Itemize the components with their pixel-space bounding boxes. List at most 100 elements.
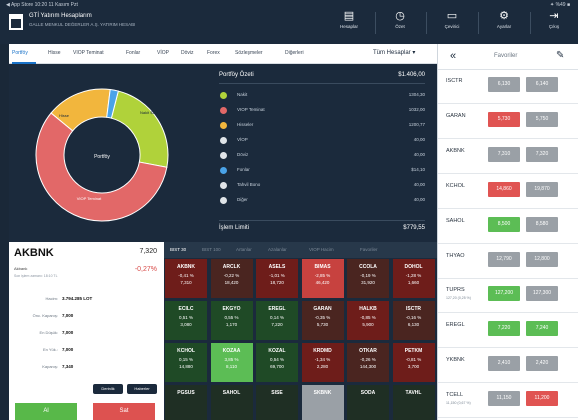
ask-price-button[interactable]: 7,320 [526,146,558,162]
portfolio-donut-chart: Portföy Nakit $1.3 VIOP Teminat Hisse [35,88,169,222]
ask-price-button[interactable]: 11,200 [526,391,558,407]
bid-price-button[interactable]: 127,200 [488,286,520,302]
bid-price-button[interactable]: 8,500 [488,216,520,232]
sell-button[interactable]: Sat [93,403,155,420]
watch-symbol: KCHOL [446,182,465,189]
watchlist-row-tcell[interactable]: TCELL 11,150 (0,67 %) 11,150 11,200 [438,384,578,419]
ask-price-button[interactable]: 6,140 [526,77,558,92]
tab-fx[interactable]: Döviz [181,50,194,56]
heatmap-cell-petkm[interactable]: PETKM -0,81 % 3,700 [391,342,436,383]
accounts-button[interactable]: ▤ Hesaplar [329,9,369,39]
tab-funds[interactable]: Fonlar [126,50,140,56]
heatmap-cell-asels[interactable]: ASELS -1,01 % 18,720 [255,258,299,299]
header-subtitle: GALLE MENKUL DEĞERLER A.Ş. YATIRIM HESAB… [29,22,136,27]
buy-button[interactable]: Al [15,403,77,420]
cell-price: 3,700 [407,364,420,369]
heatmap-cell-kchol[interactable]: KCHOL 0,15 % 14,880 [164,342,208,383]
watchlist-row-eregl[interactable]: EREGL 7,220 7,240 [438,314,578,349]
cell-symbol: KOZAL [268,348,286,354]
stock-price: 7,320 [139,248,157,255]
cell-symbol: AKBNK [176,264,196,270]
cell-change: -1,34 % [314,357,331,362]
heatmap-tab-viop-volume[interactable]: VIOP Hacim [309,247,334,252]
bid-price-button[interactable]: 14,860 [488,181,520,197]
tab-contracts[interactable]: Sözleşmeler [235,50,263,56]
watchlist-row-garan[interactable]: GARAN 5,730 5,750 [438,105,578,139]
ask-price-button[interactable]: 127,300 [526,286,558,302]
heatmap-tab-losers[interactable]: Azalanlar [268,247,287,252]
summary-button[interactable]: ◷ Özet [380,9,420,39]
logout-button[interactable]: ⇥ Çıkış [534,9,574,39]
heatmap-cell-isctr[interactable]: ISCTR -0,16 % 6,130 [391,300,436,341]
heatmap-cell-kozal[interactable]: KOZAL 0,54 % 69,700 [255,342,299,383]
bid-price-button[interactable]: 11,150 [488,391,520,407]
tab-viop[interactable]: VİOP [157,50,169,56]
heatmap-cell-halkb[interactable]: HALKB -0,85 % 5,900 [346,300,390,341]
ask-price-button[interactable]: 7,240 [526,321,558,337]
heatmap-cell-sise[interactable]: SISE [255,384,299,420]
tab-stocks[interactable]: Hisse [48,50,61,56]
heatmap-tab-gainers[interactable]: Artanlar [236,247,252,252]
heatmap-cell-sahol[interactable]: SAHOL [209,384,254,420]
collapse-chevrons-icon[interactable]: « [450,50,456,62]
bid-price-button[interactable]: 12,790 [488,251,520,267]
settings-button[interactable]: ⚙ Ayarlar [484,9,524,39]
heatmap-cell-tavhl[interactable]: TAVHL [391,384,436,420]
heatmap-cell-ekgyo[interactable]: EKGYO 0,55 % 1,170 [209,300,254,341]
cell-change: -0,26 % [360,357,376,362]
row-label: Nakit [237,92,248,97]
bid-price-button[interactable]: 2,410 [488,356,520,372]
heatmap-cell-otkar[interactable]: OTKAR -0,26 % 144,300 [346,342,390,383]
row-label: Hisseler [237,122,254,127]
ask-price-button[interactable]: 2,420 [526,356,558,372]
news-button[interactable]: Haberler [127,384,157,394]
tab-portfolio[interactable]: Portföy [12,50,28,56]
heatmap-cell-krdmd[interactable]: KRDMD -1,34 % 2,280 [300,342,345,383]
tab-others[interactable]: Diğerleri [285,50,304,56]
heatmap-tab-favorites[interactable]: Favoriler [360,247,378,252]
heatmap-cell-pgsus[interactable]: PGSUS [164,384,208,420]
heatmap-cell-bimas[interactable]: BIMAS -2,85 % 46,420 [300,258,345,299]
watchlist-row-isctr[interactable]: ISCTR 6,130 6,140 [438,70,578,104]
account-select[interactable]: Tüm Hesaplar ▾ [373,49,415,56]
bid-price-button[interactable]: 6,130 [488,77,520,92]
heatmap-cell-eregl[interactable]: EREGL 0,14 % 7,220 [255,300,299,341]
ask-price-button[interactable]: 8,580 [526,216,558,232]
stock-symbol: AKBNK [14,247,54,259]
ask-price-button[interactable]: 19,870 [526,181,558,197]
heatmap-cell-arclk[interactable]: ARCLK -0,22 % 18,420 [209,258,254,299]
ask-price-button[interactable]: 5,750 [526,111,558,127]
heatmap-cell-kozaa[interactable]: KOZAA 3,85 % 8,110 [209,342,254,383]
watchlist-title: Favoriler [494,53,518,59]
watchlist-row-sahol[interactable]: SAHOL 8,500 8,580 [438,210,578,244]
converter-button[interactable]: ▭ Çevirici [432,9,472,39]
watchlist-row-tuprs[interactable]: TUPRS 127,20 (0,25 %) 127,200 127,300 [438,279,578,314]
watchlist-row-thyao[interactable]: THYAO 12,790 12,800 [438,245,578,279]
heatmap-cell-ccola[interactable]: CCOLA -0,19 % 31,920 [346,258,390,299]
watchlist-row-ykbnk[interactable]: YKBNK 2,410 2,420 [438,349,578,384]
cell-change: -0,22 % [223,273,240,278]
bid-price-button[interactable]: 7,220 [488,321,520,337]
ask-price-button[interactable]: 12,800 [526,251,558,267]
heatmap-tab-bist100[interactable]: BIST 100 [202,247,221,252]
heatmap-cell-soda[interactable]: SODA [346,384,390,420]
pie-label-green: Nakit $1.3 [140,110,159,115]
status-bar-left: ◀ App Store 10:20 11 Kasım Pzt [6,2,78,8]
bid-price-button[interactable]: 7,310 [488,146,520,162]
heatmap-cell-akbnk[interactable]: AKBNK -0,41 % 7,310 [164,258,208,299]
heatmap-cell-ecilc[interactable]: ECILC 0,51 % 3,080 [164,300,208,341]
depth-button[interactable]: Derinlik [93,384,123,394]
bid-price-button[interactable]: 5,730 [488,111,520,127]
row-label: VIOP Teminat [237,107,265,112]
heatmap-tab-bist30[interactable]: BIST 30 [170,247,186,252]
tab-viop-collateral[interactable]: VIOP Teminat [73,50,104,56]
cell-price: 6,130 [407,322,420,327]
heatmap-cell-dohol[interactable]: DOHOL -1,28 % 1,660 [391,258,436,299]
field-value: 7,340 [62,364,74,369]
heatmap-cell-skbnk[interactable]: SKBNK [300,384,345,420]
watchlist-row-akbnk[interactable]: AKBNK 7,310 7,320 [438,140,578,174]
heatmap-cell-garan[interactable]: GARAN -0,35 % 5,730 [300,300,345,341]
watchlist-row-kchol[interactable]: KCHOL 14,860 19,870 [438,175,578,209]
tab-forex[interactable]: Forex [207,50,220,56]
edit-icon[interactable]: ✎ [556,50,564,61]
